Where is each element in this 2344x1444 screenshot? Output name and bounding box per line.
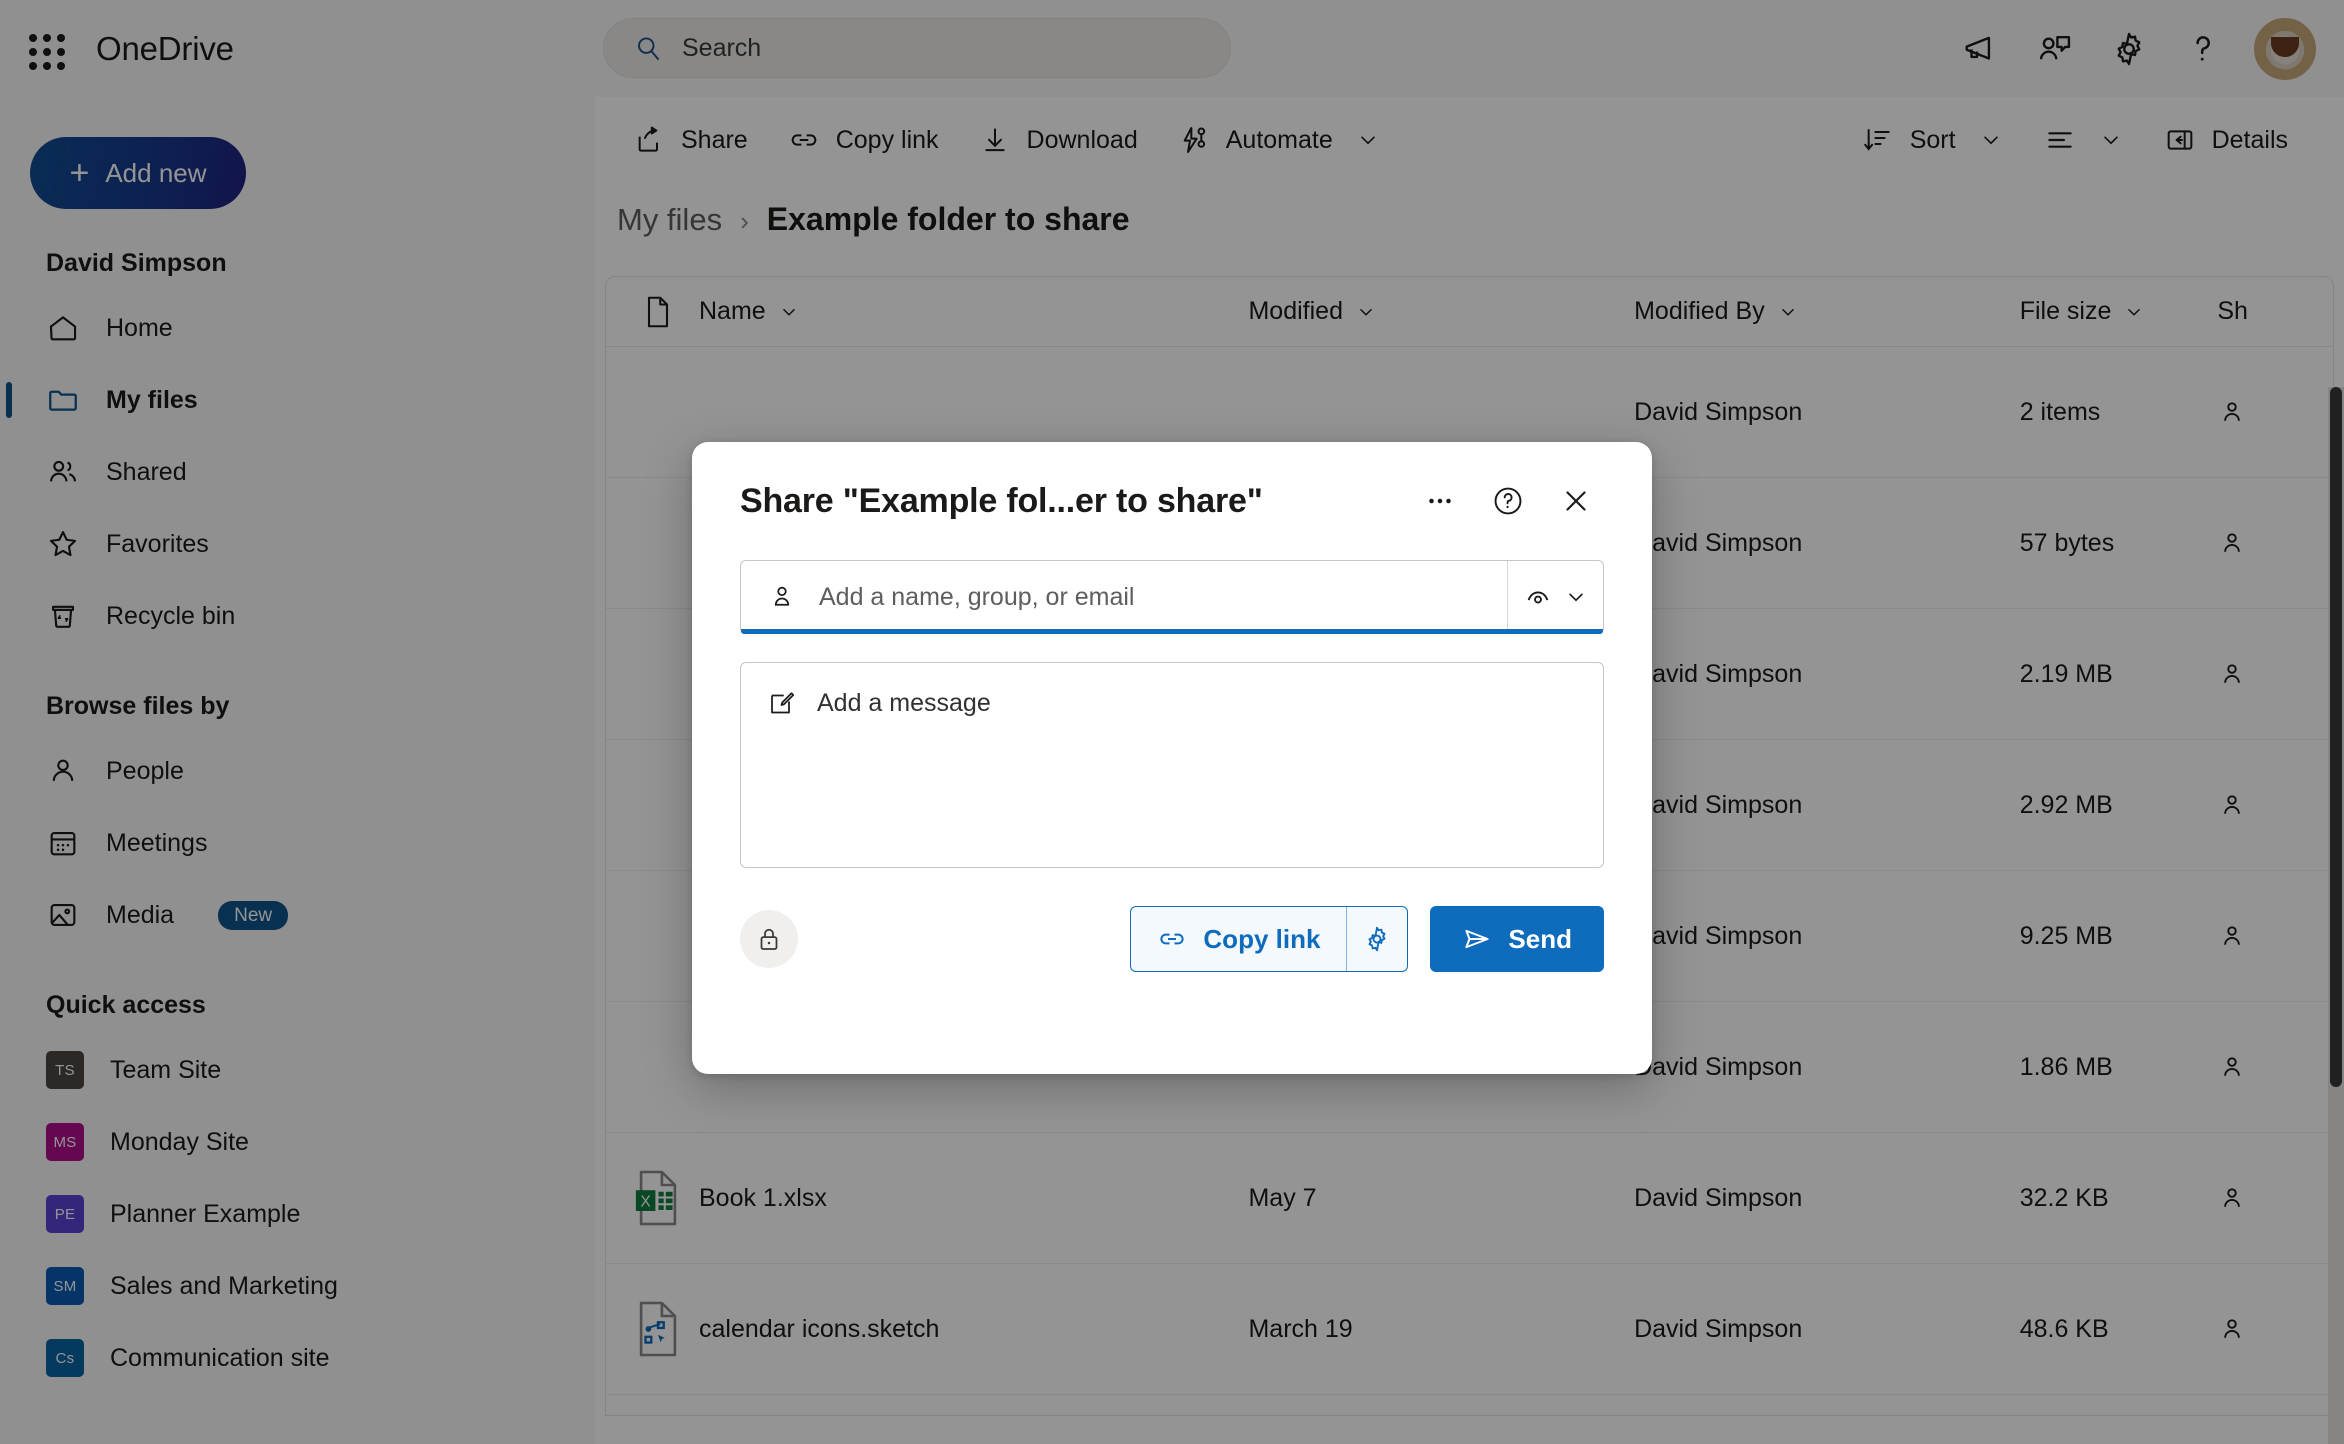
send-label: Send (1508, 923, 1572, 954)
footer-actions: Copy link Send (1130, 906, 1604, 972)
gear-icon[interactable] (1347, 907, 1407, 971)
dialog-header-actions (1412, 473, 1604, 529)
question-circle-icon[interactable] (1480, 473, 1536, 529)
ellipsis-icon[interactable] (1412, 473, 1468, 529)
dialog-title: Share "Example fol...er to share" (740, 481, 1263, 520)
send-icon (1462, 924, 1492, 954)
close-icon[interactable] (1548, 473, 1604, 529)
message-textarea[interactable]: Add a message (740, 662, 1604, 868)
chevron-down-icon (1563, 584, 1589, 610)
message-placeholder: Add a message (817, 689, 991, 717)
onedrive-app-window: OneDrive Search + Add new David Simpson … (0, 0, 2344, 1444)
copy-link-group: Copy link (1130, 906, 1409, 972)
recipient-input-row: Add a name, group, or email (740, 560, 1604, 634)
share-dialog: Share "Example fol...er to share" Add a … (692, 442, 1652, 1074)
eye-icon (1523, 582, 1553, 612)
pencil-edit-icon (767, 689, 797, 719)
send-button[interactable]: Send (1430, 906, 1604, 972)
link-icon (1157, 924, 1187, 954)
copy-link-label: Copy link (1203, 923, 1321, 954)
dialog-footer: Copy link Send (740, 906, 1604, 972)
permission-dropdown[interactable] (1507, 561, 1603, 633)
divider (1346, 907, 1348, 971)
person-add-icon (767, 582, 797, 612)
lock-icon[interactable] (740, 910, 798, 968)
dialog-header: Share "Example fol...er to share" (740, 442, 1604, 560)
recipient-placeholder: Add a name, group, or email (819, 582, 1135, 611)
recipient-input[interactable]: Add a name, group, or email (741, 561, 1507, 633)
copy-link-button[interactable]: Copy link (1131, 907, 1346, 971)
